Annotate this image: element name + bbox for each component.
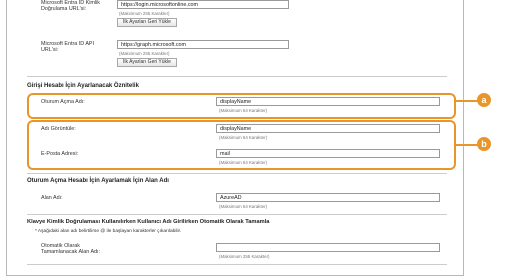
auto-complete-label: Otomatik Olarak Tamamlanacak Alan Adı: xyxy=(41,243,101,256)
entra-api-url-label: Microsoft Entra ID API URL'si: xyxy=(41,41,95,54)
callout-a-badge: a xyxy=(477,93,491,107)
keyboard-section-note: * Aşağıdaki alan adı belirtilirse @ ile … xyxy=(35,229,182,234)
auto-complete-hint: (Maksimum 255 Karakter) xyxy=(219,254,270,259)
login-attributes-title: Girişi Hesabı İçin Ayarlanacak Öznitelik xyxy=(27,83,139,89)
domain-name-label: Alan Adı: xyxy=(41,195,63,201)
callout-b-frame xyxy=(27,120,456,170)
divider xyxy=(27,173,447,174)
divider xyxy=(27,264,447,265)
domain-name-hint: (Maksimum 64 Karakter) xyxy=(219,204,268,209)
divider xyxy=(27,76,447,77)
callout-b-leader xyxy=(455,144,479,146)
auto-complete-input[interactable] xyxy=(216,243,440,252)
entra-auth-url-hint: (Maksimum 255 Karakter) xyxy=(119,11,170,16)
callout-a-frame xyxy=(27,93,456,119)
keyboard-section-title: Klavye Kimlik Doğrulaması Kullanılırken … xyxy=(27,219,270,225)
entra-api-url-hint: (Maksimum 255 Karakter) xyxy=(119,51,170,56)
callout-b-badge: b xyxy=(477,137,491,151)
domain-name-input[interactable]: AzureAD xyxy=(216,193,440,202)
divider xyxy=(27,214,447,215)
callout-a-leader xyxy=(455,100,479,102)
entra-api-url-input[interactable]: https://graph.microsoft.com xyxy=(117,40,289,49)
entra-auth-url-label: Microsoft Entra ID Kimlik Doğrulama URL'… xyxy=(41,0,101,13)
entra-auth-url-input[interactable]: https://login.microsoftonline.com xyxy=(117,0,289,9)
entra-api-url-reset-button[interactable]: İlk Ayarları Geri Yükle xyxy=(117,58,177,67)
entra-auth-url-reset-button[interactable]: İlk Ayarları Geri Yükle xyxy=(117,18,177,27)
domain-section-title: Oturum Açma Hesabı İçin Ayarlamak İçin A… xyxy=(27,178,169,184)
